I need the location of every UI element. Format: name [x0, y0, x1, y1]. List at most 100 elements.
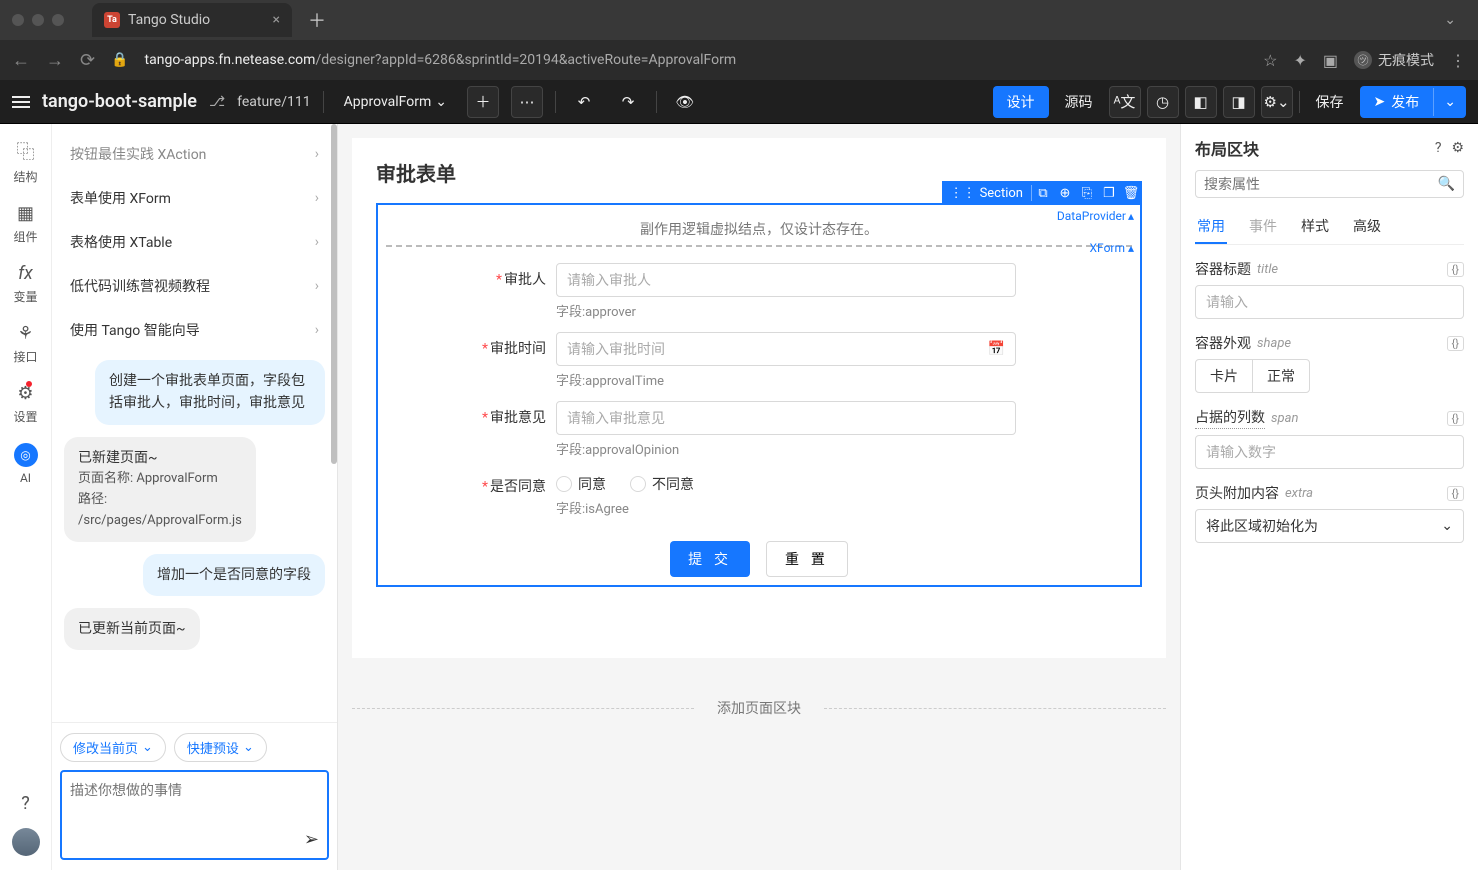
- chevron-right-icon: ›: [315, 146, 319, 162]
- branch-name[interactable]: feature/111: [237, 94, 310, 110]
- settings-gear-button[interactable]: ⚙⌄: [1261, 86, 1293, 118]
- nav-item[interactable]: 按钮最佳实践 XAction›: [60, 132, 329, 176]
- settings-icon[interactable]: ⚙: [1451, 140, 1464, 156]
- translate-button[interactable]: ᴬ文: [1109, 86, 1141, 118]
- design-mode-button[interactable]: 设计: [993, 86, 1049, 118]
- prompt-input[interactable]: [70, 780, 319, 840]
- layout-right-button[interactable]: ◨: [1223, 86, 1255, 118]
- layout-left-button[interactable]: ◧: [1185, 86, 1217, 118]
- menu-icon[interactable]: ⋮: [1450, 51, 1466, 70]
- chevron-right-icon: ›: [315, 322, 319, 338]
- user-avatar[interactable]: [12, 828, 40, 856]
- nav-item[interactable]: 表单使用 XForm›: [60, 176, 329, 220]
- props-search-input[interactable]: [1204, 176, 1438, 192]
- quick-edit-page[interactable]: 修改当前页⌄: [60, 733, 166, 762]
- submit-button[interactable]: 提 交: [670, 541, 750, 577]
- main-menu-button[interactable]: [12, 96, 30, 108]
- lock-icon[interactable]: 🔒: [111, 52, 128, 68]
- panel-icon[interactable]: ▣: [1323, 51, 1338, 70]
- nav-item[interactable]: 低代码训练营视频教程›: [60, 264, 329, 308]
- reset-button[interactable]: 重 置: [766, 541, 848, 577]
- chevron-right-icon: ›: [315, 278, 319, 294]
- address-bar[interactable]: tango-apps.fn.netease.com/designer?appId…: [145, 52, 1248, 68]
- approval-opinion-input[interactable]: 请输入审批意见: [556, 401, 1016, 435]
- source-mode-button[interactable]: 源码: [1055, 86, 1103, 118]
- nav-forward-icon[interactable]: →: [46, 50, 64, 71]
- target-icon[interactable]: ⊕: [1054, 186, 1076, 201]
- extensions-icon[interactable]: ✦: [1293, 51, 1306, 70]
- page-selector[interactable]: ApprovalForm ⌄: [336, 94, 455, 110]
- code-icon[interactable]: {}: [1447, 411, 1464, 426]
- nav-item[interactable]: 表格使用 XTable›: [60, 220, 329, 264]
- code-icon[interactable]: {}: [1447, 262, 1464, 277]
- prop-extra-select[interactable]: 将此区域初始化为⌄: [1195, 509, 1464, 543]
- add-page-block[interactable]: 添加页面区块: [352, 698, 1166, 718]
- redo-button[interactable]: ↷: [612, 86, 644, 118]
- more-menu-button[interactable]: ⋯: [511, 86, 543, 118]
- tab-advanced[interactable]: 高级: [1351, 210, 1383, 244]
- nav-back-icon[interactable]: ←: [12, 50, 30, 71]
- data-provider-note: 副作用逻辑虚拟结点，仅设计态存在。: [386, 213, 1132, 247]
- quick-presets[interactable]: 快捷预设⌄: [174, 733, 267, 762]
- prop-title-input[interactable]: 请输入: [1195, 285, 1464, 319]
- browser-tab[interactable]: Ta Tango Studio ×: [92, 3, 292, 37]
- scrollbar[interactable]: [331, 124, 337, 464]
- chevron-down-icon: ⌄: [142, 740, 153, 755]
- duplicate-icon[interactable]: ❐: [1098, 186, 1120, 201]
- prop-span-input[interactable]: 请输入数字: [1195, 435, 1464, 469]
- app-name: tango-boot-sample: [42, 91, 197, 112]
- tabs-dropdown-icon[interactable]: ⌄: [1434, 12, 1466, 28]
- rail-components[interactable]: ▦组件: [13, 203, 37, 245]
- chevron-down-icon: ⌄: [243, 740, 254, 755]
- radio-agree[interactable]: 同意: [556, 474, 606, 494]
- window-controls[interactable]: [12, 14, 64, 26]
- link-icon[interactable]: ⧉: [1032, 186, 1054, 201]
- help-icon[interactable]: ?: [1435, 140, 1442, 156]
- components-icon: ▦: [17, 203, 34, 224]
- tab-style[interactable]: 样式: [1299, 210, 1331, 244]
- rail-structure[interactable]: ⿻结构: [13, 138, 37, 185]
- field-label-approval-opinion: *审批意见: [446, 401, 556, 427]
- fx-icon: fx: [18, 263, 33, 284]
- code-icon[interactable]: {}: [1447, 486, 1464, 501]
- prop-label: 容器外观: [1195, 333, 1251, 353]
- drag-icon[interactable]: ⋮⋮: [950, 186, 976, 201]
- props-search[interactable]: 🔍: [1195, 170, 1464, 198]
- rail-settings[interactable]: ⚙设置: [13, 383, 37, 425]
- delete-icon[interactable]: 🗑: [1120, 186, 1142, 201]
- structure-icon: ⿻: [16, 138, 34, 164]
- radio-disagree[interactable]: 不同意: [630, 474, 694, 494]
- tab-close-icon[interactable]: ×: [273, 12, 280, 28]
- code-icon[interactable]: {}: [1447, 336, 1464, 351]
- star-icon[interactable]: ☆: [1263, 51, 1277, 70]
- tab-common[interactable]: 常用: [1195, 210, 1227, 244]
- data-provider-tag[interactable]: DataProvider ▴: [1057, 209, 1134, 223]
- publish-button[interactable]: ➤发布 ⌄: [1360, 86, 1466, 118]
- approval-time-input[interactable]: 请输入审批时间📅: [556, 332, 1016, 366]
- undo-button[interactable]: ↶: [568, 86, 600, 118]
- send-icon[interactable]: ➢: [304, 829, 319, 850]
- xform-tag[interactable]: XForm ▴: [1090, 241, 1134, 255]
- approver-input[interactable]: 请输入审批人: [556, 263, 1016, 297]
- save-button[interactable]: 保存: [1306, 86, 1354, 118]
- copy-icon[interactable]: ⎘: [1076, 186, 1098, 201]
- branch-icon[interactable]: ⎇: [209, 94, 225, 110]
- shape-card-option[interactable]: 卡片: [1196, 360, 1252, 392]
- rail-interfaces[interactable]: ⚘接口: [13, 323, 37, 365]
- incognito-indicator: ㋡ 无痕模式: [1354, 50, 1434, 70]
- prop-label: 占据的列数: [1195, 407, 1265, 429]
- history-button[interactable]: ◷: [1147, 86, 1179, 118]
- nav-reload-icon[interactable]: ⟳: [80, 50, 95, 71]
- calendar-icon[interactable]: 📅: [988, 341, 1005, 357]
- help-icon[interactable]: ?: [21, 793, 30, 814]
- new-tab-button[interactable]: ＋: [300, 7, 334, 33]
- tab-events[interactable]: 事件: [1247, 210, 1279, 244]
- rail-variables[interactable]: fx变量: [13, 263, 37, 305]
- add-page-button[interactable]: ＋: [467, 86, 499, 118]
- shape-normal-option[interactable]: 正常: [1252, 360, 1309, 392]
- selected-section[interactable]: ⋮⋮Section ⧉ ⊕ ⎘ ❐ 🗑 DataProvider ▴ 副作用逻辑…: [376, 203, 1142, 587]
- nav-item[interactable]: 使用 Tango 智能向导›: [60, 308, 329, 352]
- rail-ai[interactable]: ◎AI: [14, 443, 38, 485]
- publish-dropdown[interactable]: ⌄: [1433, 88, 1466, 116]
- preview-button[interactable]: 👁: [669, 86, 701, 118]
